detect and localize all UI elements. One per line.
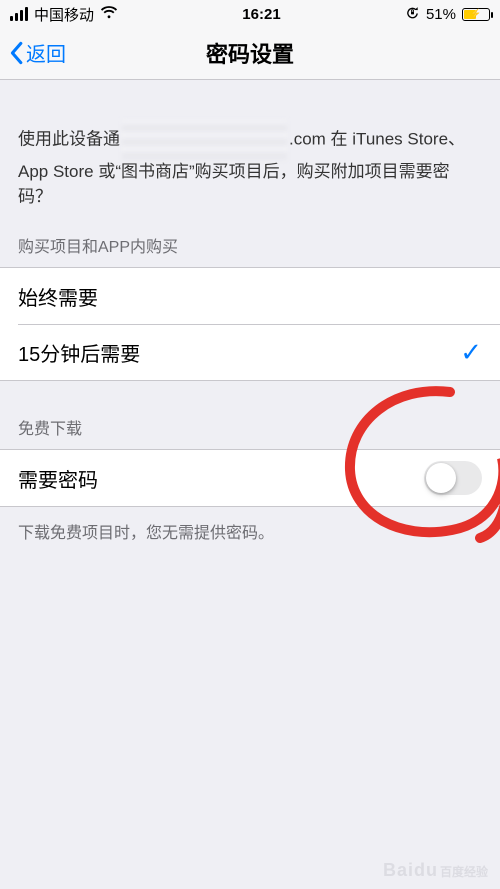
battery-icon: ⚡	[462, 8, 490, 21]
status-bar: 中国移动 16:21 51% ⚡	[0, 0, 500, 26]
require-password-toggle[interactable]	[424, 461, 482, 495]
free-footer-text: 下载免费项目时，您无需提供密码。	[0, 507, 500, 555]
option-always-require[interactable]: 始终需要	[0, 268, 500, 324]
free-download-list: 需要密码	[0, 449, 500, 507]
back-label: 返回	[26, 38, 66, 67]
back-button[interactable]: 返回	[8, 38, 66, 67]
intro-text: 使用此设备通.com 在 iTunes Store、App Store 或“图书…	[0, 80, 500, 219]
option-label: 始终需要	[18, 282, 98, 311]
signal-icon	[10, 7, 28, 21]
page-title: 密码设置	[0, 37, 500, 69]
status-right: 51% ⚡	[405, 5, 490, 23]
chevron-left-icon	[8, 41, 24, 65]
watermark: Baidu百度经验	[383, 860, 488, 881]
require-password-row: 需要密码	[0, 450, 500, 506]
option-label: 15分钟后需要	[18, 338, 140, 367]
section-header-purchase: 购买项目和APP内购买	[0, 219, 500, 267]
status-left: 中国移动	[10, 4, 118, 25]
row-label: 需要密码	[18, 464, 98, 493]
purchase-options-list: 始终需要 15分钟后需要 ✓	[0, 267, 500, 381]
battery-percent: 51%	[426, 6, 456, 23]
wifi-icon	[100, 6, 118, 23]
status-time: 16:21	[242, 6, 280, 23]
option-after-15-min[interactable]: 15分钟后需要 ✓	[18, 324, 500, 380]
rotation-lock-icon	[405, 5, 420, 23]
section-header-free: 免费下载	[0, 381, 500, 449]
nav-bar: 返回 密码设置	[0, 26, 500, 80]
checkmark-icon: ✓	[460, 337, 482, 368]
redacted-account	[122, 120, 287, 160]
carrier-label: 中国移动	[34, 4, 94, 25]
